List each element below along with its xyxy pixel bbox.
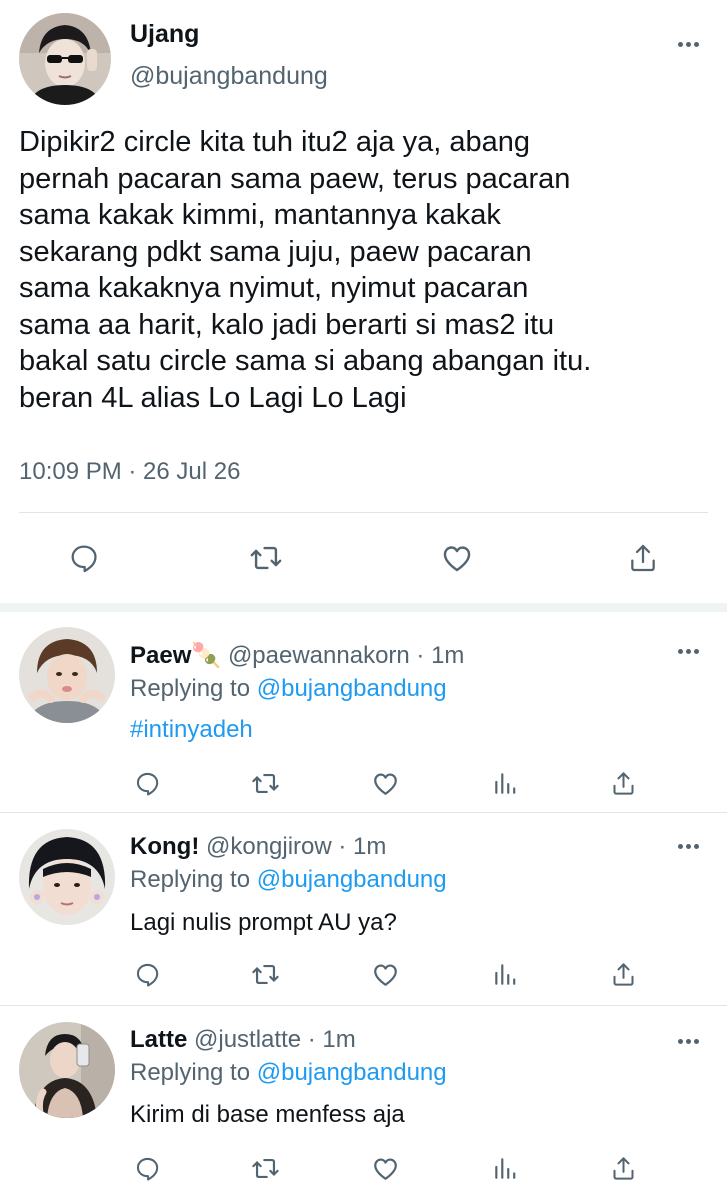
- more-options-icon[interactable]: [678, 645, 699, 657]
- reply-header: Paew🍡 @paewannakorn · 1m: [130, 641, 464, 670]
- like-icon[interactable]: [368, 766, 402, 800]
- like-icon[interactable]: [368, 1151, 402, 1185]
- share-icon[interactable]: [623, 538, 663, 578]
- display-name[interactable]: Latte: [130, 1026, 187, 1053]
- reply-icon[interactable]: [130, 957, 164, 991]
- username-time[interactable]: @paewannakorn · 1m: [228, 642, 464, 669]
- share-icon[interactable]: [606, 1151, 640, 1185]
- share-icon[interactable]: [606, 957, 640, 991]
- tweet-timestamp[interactable]: 10:09 PM · 26 Jul 26: [19, 458, 240, 486]
- retweet-icon[interactable]: [248, 766, 282, 800]
- main-tweet: Ujang @bujangbandung Dipikir2 circle kit…: [0, 0, 727, 603]
- reply-text: Kirim di base menfess aja: [130, 1101, 405, 1128]
- display-name[interactable]: Kong!: [130, 833, 199, 860]
- replying-to: Replying to @bujangbandung: [130, 675, 447, 703]
- display-name[interactable]: Ujang: [130, 20, 199, 49]
- retweet-icon[interactable]: [248, 957, 282, 991]
- avatar[interactable]: [19, 13, 111, 105]
- reply-text: Lagi nulis prompt AU ya?: [130, 909, 397, 936]
- reply-header: Latte @justlatte · 1m: [130, 1026, 356, 1054]
- retweet-icon[interactable]: [248, 1151, 282, 1185]
- username-time[interactable]: @kongjirow · 1m: [206, 833, 386, 860]
- reply-tweet: Kong! @kongjirow · 1m Replying to @bujan…: [0, 813, 727, 1005]
- replying-to: Replying to @bujangbandung: [130, 1059, 447, 1087]
- avatar[interactable]: [19, 829, 115, 925]
- reply-icon[interactable]: [130, 766, 164, 800]
- like-icon[interactable]: [368, 957, 402, 991]
- username-time[interactable]: @justlatte · 1m: [194, 1026, 356, 1053]
- mention-link[interactable]: @bujangbandung: [257, 866, 447, 893]
- retweet-icon[interactable]: [246, 538, 286, 578]
- analytics-icon[interactable]: [488, 957, 522, 991]
- reply-icon[interactable]: [130, 1151, 164, 1185]
- share-icon[interactable]: [606, 766, 640, 800]
- more-options-icon[interactable]: [678, 840, 699, 852]
- display-name[interactable]: Paew: [130, 642, 191, 669]
- mention-link[interactable]: @bujangbandung: [257, 675, 447, 702]
- more-options-icon[interactable]: [678, 38, 699, 50]
- replying-label: Replying to: [130, 675, 251, 702]
- like-icon[interactable]: [437, 538, 477, 578]
- replying-to: Replying to @bujangbandung: [130, 866, 447, 894]
- mention-link[interactable]: @bujangbandung: [257, 1059, 447, 1086]
- reply-header: Kong! @kongjirow · 1m: [130, 833, 386, 861]
- name-emoji: 🍡: [191, 642, 222, 669]
- analytics-icon[interactable]: [488, 766, 522, 800]
- section-separator: [0, 603, 727, 612]
- reply-tweet: Latte @justlatte · 1m Replying to @bujan…: [0, 1006, 727, 1200]
- replying-label: Replying to: [130, 866, 251, 893]
- reply-icon[interactable]: [64, 538, 104, 578]
- more-options-icon[interactable]: [678, 1035, 699, 1047]
- analytics-icon[interactable]: [488, 1151, 522, 1185]
- avatar[interactable]: [19, 627, 115, 723]
- reply-tweet: Paew🍡 @paewannakorn · 1m Replying to @bu…: [0, 612, 727, 812]
- hashtag-link[interactable]: #intinyadeh: [130, 716, 253, 744]
- replying-label: Replying to: [130, 1059, 251, 1086]
- divider: [19, 512, 708, 513]
- tweet-text: Dipikir2 circle kita tuh itu2 aja ya, ab…: [19, 126, 592, 414]
- username[interactable]: @bujangbandung: [130, 62, 328, 91]
- avatar[interactable]: [19, 1022, 115, 1118]
